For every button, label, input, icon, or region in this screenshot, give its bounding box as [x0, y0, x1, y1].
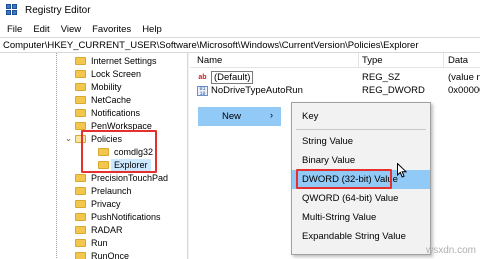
value-name: (Default)	[211, 71, 254, 84]
watermark: wsxdn.com	[425, 245, 476, 256]
annotation-highlight-box	[81, 130, 157, 173]
value-type: REG_SZ	[362, 72, 401, 83]
menu-help[interactable]: Help	[137, 24, 168, 35]
folder-icon	[75, 56, 86, 65]
column-name[interactable]: Name	[197, 55, 222, 66]
context-menu-new-label: New	[222, 111, 242, 122]
tree-item-prelaunch[interactable]: Prelaunch	[75, 184, 132, 197]
tree-guide-line	[56, 53, 57, 259]
folder-icon	[75, 173, 86, 182]
folder-icon	[75, 212, 86, 221]
annotation-dword-box	[296, 169, 392, 189]
list-header: Name Type Data	[190, 53, 480, 68]
folder-icon	[75, 69, 86, 78]
folder-icon	[75, 225, 86, 234]
submenu-item-string-value[interactable]: String Value	[292, 132, 430, 151]
tree-item-pushnotifications[interactable]: PushNotifications	[75, 210, 161, 223]
tree-item-radar[interactable]: RADAR	[75, 223, 123, 236]
submenu-item-multi-string-value[interactable]: Multi-String Value	[292, 208, 430, 227]
submenu-separator	[296, 129, 426, 130]
value-data: 0x000000	[448, 85, 480, 96]
folder-icon	[75, 199, 86, 208]
value-name: NoDriveTypeAutoRun	[211, 85, 303, 96]
chevron-down-icon: ⌄	[65, 134, 72, 143]
folder-icon	[75, 82, 86, 91]
pane-splitter[interactable]	[187, 53, 189, 259]
column-separator[interactable]	[443, 53, 444, 68]
value-data: (value no	[448, 72, 480, 83]
context-menu-new[interactable]: New ›	[198, 107, 281, 126]
submenu-arrow-icon: ›	[270, 110, 273, 120]
submenu-item-qword-value[interactable]: QWORD (64-bit) Value	[292, 189, 430, 208]
tree-item-internet-settings[interactable]: Internet Settings	[75, 54, 157, 67]
folder-icon	[75, 238, 86, 247]
address-bar[interactable]: Computer\HKEY_CURRENT_USER\Software\Micr…	[0, 37, 480, 53]
menu-edit[interactable]: Edit	[28, 24, 55, 35]
folder-icon	[75, 186, 86, 195]
string-value-icon: ab	[198, 73, 207, 81]
menu-file[interactable]: File	[2, 24, 28, 35]
window-title: Registry Editor	[25, 5, 91, 16]
column-data[interactable]: Data	[448, 55, 468, 66]
value-type: REG_DWORD	[362, 85, 425, 96]
tree-item-notifications[interactable]: Notifications	[75, 106, 140, 119]
folder-icon	[75, 108, 86, 117]
folder-icon	[75, 251, 86, 259]
submenu-item-key[interactable]: Key	[292, 107, 430, 126]
list-row[interactable]: ab (Default) REG_SZ (value no	[197, 71, 480, 84]
tree-item-mobility[interactable]: Mobility	[75, 80, 122, 93]
mouse-cursor-icon	[397, 163, 407, 178]
menu-favorites[interactable]: Favorites	[87, 24, 137, 35]
tree-item-lock-screen[interactable]: Lock Screen	[75, 67, 141, 80]
folder-icon	[75, 121, 86, 130]
menu-view[interactable]: View	[56, 24, 87, 35]
column-separator[interactable]	[358, 53, 359, 68]
key-tree: Internet Settings Lock Screen Mobility N…	[0, 53, 187, 259]
column-type[interactable]: Type	[362, 55, 383, 66]
menu-bar: File Edit View Favorites Help	[0, 21, 480, 37]
title-bar: Registry Editor	[0, 0, 480, 21]
tree-item-runonce[interactable]: RunOnce	[75, 249, 129, 259]
tree-item-netcache[interactable]: NetCache	[75, 93, 131, 106]
submenu-item-expandable-string-value[interactable]: Expandable String Value	[292, 227, 430, 246]
expand-chevron[interactable]: ⌄	[64, 132, 76, 145]
list-row[interactable]: 01 10 NoDriveTypeAutoRun REG_DWORD 0x0000…	[197, 84, 480, 97]
tree-item-run[interactable]: Run	[75, 236, 108, 249]
tree-item-privacy[interactable]: Privacy	[75, 197, 121, 210]
binary-value-icon: 01 10	[197, 85, 208, 96]
folder-icon	[75, 95, 86, 104]
submenu-item-binary-value[interactable]: Binary Value	[292, 151, 430, 170]
registry-editor-icon	[6, 4, 19, 17]
